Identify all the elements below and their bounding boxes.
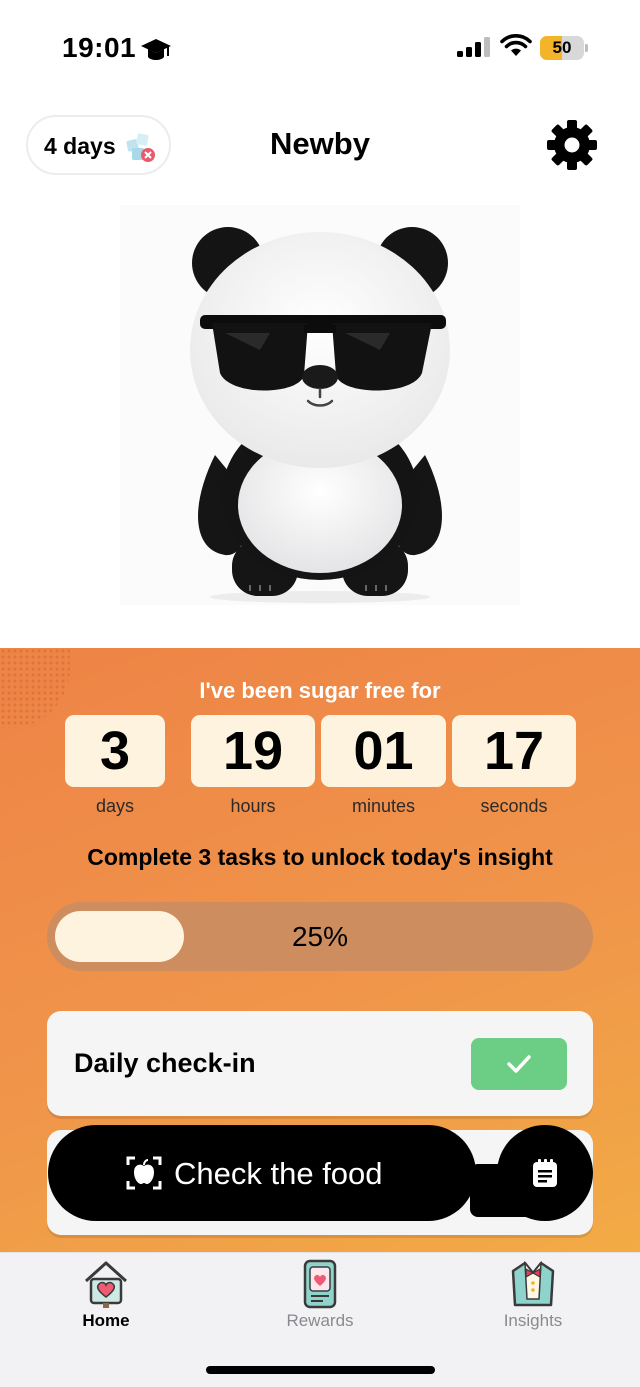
signal-icon: [457, 37, 490, 57]
minutes-label: minutes: [351, 796, 416, 816]
battery-level: 50: [552, 38, 572, 57]
tab-label-insights: Insights: [503, 1311, 563, 1330]
check-food-label: Check the food: [174, 1156, 383, 1191]
journal-button[interactable]: [497, 1125, 593, 1221]
tab-insights[interactable]: Insights: [463, 1253, 603, 1353]
minutes-counter: 01: [321, 715, 446, 787]
tuxedo-icon: [511, 1260, 555, 1307]
check-food-button[interactable]: Check the food: [48, 1125, 476, 1221]
hours-counter: 19: [191, 715, 315, 787]
days-label: days: [95, 796, 135, 816]
seconds-counter: 17: [452, 715, 576, 787]
tab-home[interactable]: Home: [36, 1253, 176, 1353]
sugar-cubes-icon: [126, 133, 155, 162]
tab-label-rewards: Rewards: [286, 1311, 354, 1330]
checkmark-icon: [507, 1055, 531, 1073]
tab-label-home: Home: [82, 1311, 130, 1330]
page-title: Newby: [270, 126, 370, 161]
tab-rewards[interactable]: Rewards: [250, 1253, 390, 1353]
hours-label: hours: [230, 796, 276, 816]
streak-label: 4 days: [44, 133, 116, 159]
progress-bar: 25%: [47, 902, 593, 971]
seconds-label: seconds: [480, 796, 548, 816]
tasks-title: Complete 3 tasks to unlock today's insig…: [87, 844, 553, 870]
gear-icon[interactable]: [545, 118, 599, 172]
task-check-button[interactable]: [471, 1038, 567, 1090]
sugar-free-headline: I've been sugar free for: [199, 678, 441, 703]
streak-pill[interactable]: 4 days: [26, 115, 171, 175]
battery-icon: 50: [540, 36, 588, 60]
heart-card-icon: [303, 1259, 337, 1309]
task-daily-check-in[interactable]: Daily check-in: [47, 1011, 593, 1116]
house-heart-icon: [84, 1261, 128, 1308]
scan-apple-icon: [126, 1156, 162, 1190]
task-label: Daily check-in: [74, 1048, 256, 1078]
days-counter: 3: [65, 715, 165, 787]
graduation-cap-icon: [141, 39, 171, 60]
status-bar: 19:01 50: [0, 0, 640, 96]
panda-with-sunglasses-illustration: [190, 227, 450, 603]
progress-label: 25%: [291, 921, 349, 952]
wifi-icon: [500, 34, 532, 56]
panda-mascot: [120, 205, 520, 605]
notepad-icon: [533, 1159, 557, 1187]
home-indicator: [206, 1366, 435, 1374]
status-time: 19:01: [62, 32, 137, 63]
